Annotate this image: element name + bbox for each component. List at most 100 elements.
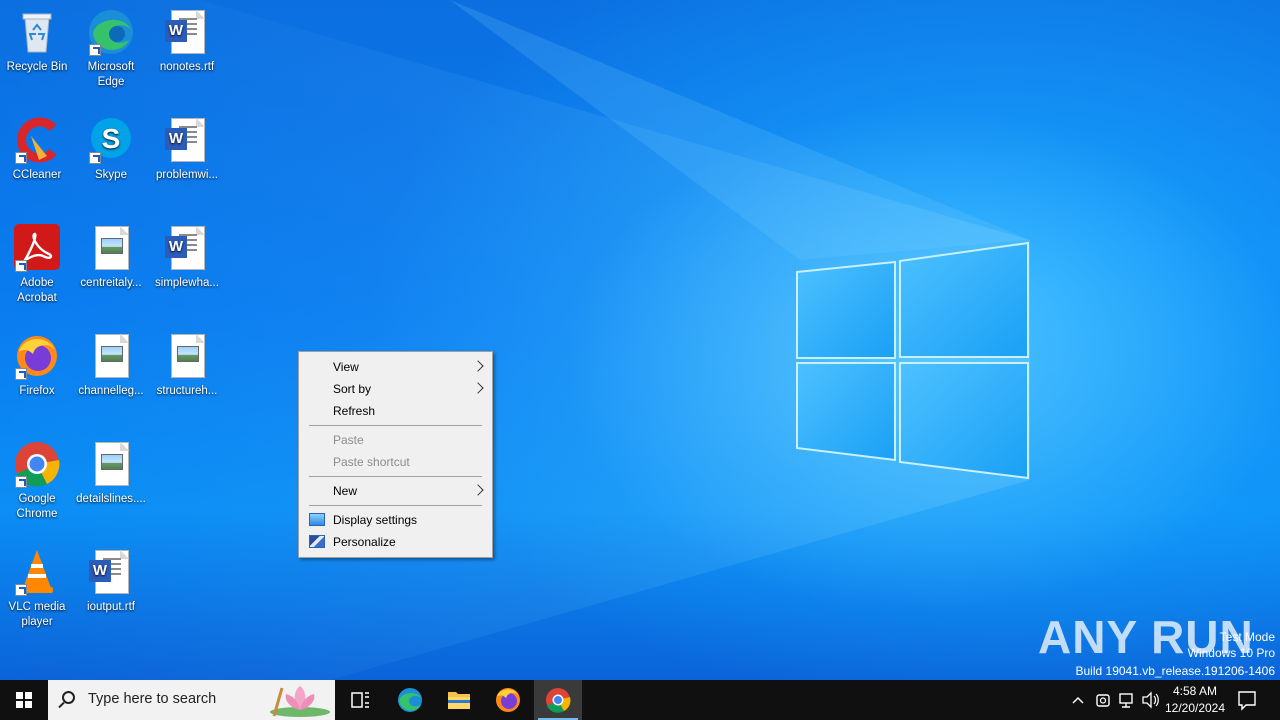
desktop-icon-centreitaly[interactable]: centreitaly... [74,224,148,291]
chevron-up-icon [1072,696,1084,704]
desktop-icon-label: centreitaly... [80,277,142,289]
vlc-icon [13,548,61,596]
personalize-icon [309,535,325,548]
menu-item-paste-shortcut: Paste shortcut [299,451,492,473]
action-center-button[interactable] [1232,680,1262,720]
menu-item-view[interactable]: View [299,356,492,378]
desktop-icon-label: detailslines.... [76,493,146,505]
desktop-icon-adobe-acrobat[interactable]: Adobe Acrobat [0,224,74,306]
svg-text:S: S [102,123,121,154]
windows-logo-icon [16,692,32,708]
desktop-icon-ccleaner[interactable]: CCleaner [0,116,74,183]
word-document-icon: W [163,116,211,164]
edge-icon [87,8,135,56]
desktop-icon-microsoft-edge[interactable]: Microsoft Edge [74,8,148,90]
recycle-bin-icon [13,8,61,56]
menu-item-label: Personalize [333,535,396,549]
chrome-icon [13,440,61,488]
desktop-icon-recycle-bin[interactable]: Recycle Bin [0,8,74,75]
show-hidden-icons-button[interactable] [1068,680,1088,720]
edge-icon [398,688,422,712]
desktop-icon-label: ioutput.rtf [87,601,135,613]
menu-item-label: New [333,484,358,498]
menu-item-label: Paste shortcut [333,455,410,469]
menu-item-label: Paste [333,433,364,447]
desktop-icon-google-chrome[interactable]: Google Chrome [0,440,74,522]
skype-icon: S [87,116,135,164]
desktop-icon-problemwi[interactable]: W problemwi... [150,116,224,183]
chrome-icon [546,688,571,713]
desktop-icon-skype[interactable]: S Skype [74,116,148,183]
folder-icon [448,692,470,709]
desktop-icon-label: simplewha... [155,277,219,289]
clock-time: 4:58 AM [1172,684,1218,698]
firefox-icon [496,688,520,712]
taskbar-firefox-button[interactable] [484,680,532,720]
menu-item-label: Display settings [333,513,418,527]
speaker-icon [1142,691,1159,709]
tray-volume-button[interactable] [1140,680,1162,720]
taskbar: Type here to search 4:58 AM 12/20/2024 [0,680,1280,720]
taskbar-clock[interactable]: 4:58 AM 12/20/2024 [1160,683,1230,717]
chevron-right-icon [472,360,484,372]
search-icon [62,691,75,704]
search-highlight-lotus-icon [270,686,330,717]
chevron-right-icon [472,484,484,496]
desktop-icon-firefox[interactable]: Firefox [0,332,74,399]
menu-separator [309,425,482,426]
menu-item-label: Sort by [333,382,372,396]
image-file-icon [87,332,135,380]
desktop-icon-nonotes-rtf[interactable]: W nonotes.rtf [150,8,224,75]
desktop-icon-label: Recycle Bin [6,61,68,73]
desktop-icon-channelleg[interactable]: channelleg... [74,332,148,399]
desktop-icon-label: Microsoft Edge [87,61,135,88]
menu-separator [309,476,482,477]
desktop-icon-ioutput-rtf[interactable]: W ioutput.rtf [74,548,148,615]
desktop-context-menu: View Sort by Refresh Paste Paste shortcu… [298,351,493,558]
image-file-icon [87,224,135,272]
desktop-icon-structureh[interactable]: structureh... [150,332,224,399]
desktop-icon-label: Firefox [19,385,55,397]
desktop-icon-label: nonotes.rtf [159,61,215,73]
word-document-icon: W [163,8,211,56]
tray-network-button[interactable] [1116,680,1138,720]
tray-device-button[interactable] [1092,680,1114,720]
start-button[interactable] [0,680,48,720]
menu-item-sort-by[interactable]: Sort by [299,378,492,400]
desktop-icon-vlc-media-player[interactable]: VLC media player [0,548,74,630]
desktop-icon-label: channelleg... [78,385,144,397]
desktop-icon-simplewha[interactable]: W simplewha... [150,224,224,291]
network-icon [1119,693,1133,708]
display-settings-icon [309,513,325,526]
desktop-icon-label: Adobe Acrobat [17,277,57,304]
menu-item-refresh[interactable]: Refresh [299,400,492,422]
taskbar-edge-button[interactable] [386,680,434,720]
test-mode-text: Test Mode [1219,630,1275,644]
menu-item-paste: Paste [299,429,492,451]
taskbar-file-explorer-button[interactable] [435,680,483,720]
desktop-icon-detailslines[interactable]: detailslines.... [74,440,148,507]
menu-item-personalize[interactable]: Personalize [299,531,492,553]
menu-item-display-settings[interactable]: Display settings [299,509,492,531]
menu-item-new[interactable]: New [299,480,492,502]
desktop-icon-label: problemwi... [156,169,218,181]
image-file-icon [87,440,135,488]
desktop-icon-label: CCleaner [12,169,62,181]
clock-date: 12/20/2024 [1164,701,1226,715]
desktop-icon-label: structureh... [156,385,218,397]
word-document-icon: W [87,548,135,596]
task-view-button[interactable] [336,680,384,720]
device-icon [1096,694,1110,707]
taskbar-chrome-button[interactable] [534,680,582,720]
desktop-icon-label: Skype [95,169,127,181]
windows-edition-text: Windows 10 Pro [1187,646,1275,660]
chevron-right-icon [472,382,484,394]
menu-item-label: Refresh [333,404,376,418]
build-text: Build 19041.vb_release.191206-1406 [1075,664,1276,678]
task-view-icon [351,692,369,708]
word-document-icon: W [163,224,211,272]
search-placeholder: Type here to search [88,691,217,707]
acrobat-icon [13,224,61,272]
taskbar-search-box[interactable]: Type here to search [48,680,335,720]
desktop-icon-label: Google Chrome [16,493,58,520]
